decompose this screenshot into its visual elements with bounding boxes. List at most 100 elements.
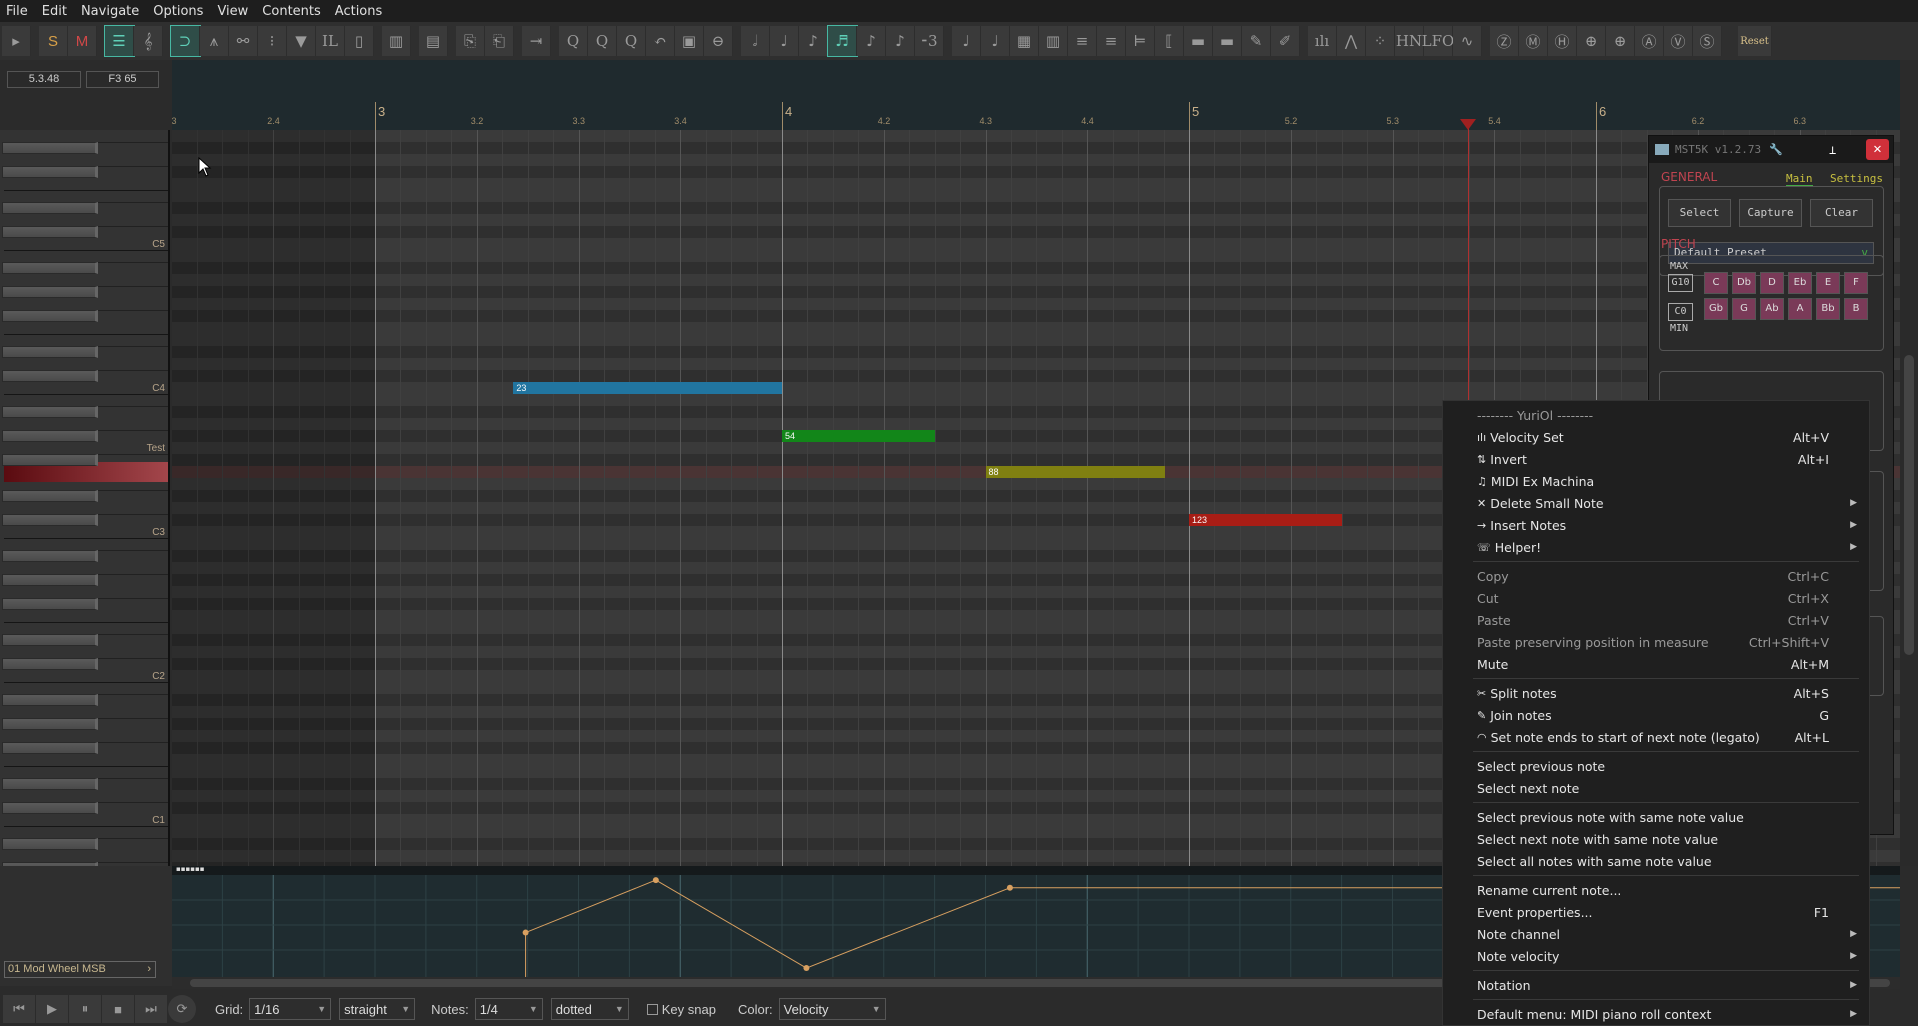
mute-icon[interactable]: M — [68, 26, 97, 56]
pitch-key-db[interactable]: Db — [1732, 272, 1756, 294]
menu-item-event-properties[interactable]: Event properties... F1 — [1443, 901, 1869, 923]
menu-item-invert[interactable]: ⇅ Invert Alt+I — [1443, 448, 1869, 470]
zoom-m-icon[interactable]: Ⓜ — [1519, 26, 1548, 56]
pitch-key-b[interactable]: B — [1844, 298, 1868, 320]
black-key[interactable] — [2, 598, 98, 610]
reset-button[interactable]: Reset — [1738, 26, 1772, 56]
edit-cursor-marker[interactable] — [1460, 119, 1477, 130]
menu-item-split-notes[interactable]: ✂ Split notes Alt+S — [1443, 682, 1869, 704]
menu-item-select-all-notes-with-same-note-value[interactable]: Select all notes with same note value — [1443, 850, 1869, 872]
pitch-key-ab[interactable]: Ab — [1760, 298, 1784, 320]
stretch-icon[interactable]: ⟦ — [1155, 26, 1184, 56]
pause-button[interactable]: ⏸ — [69, 995, 101, 1023]
velocity-bar-icon[interactable]: ▯ — [345, 26, 374, 56]
play-button[interactable]: ▶ — [36, 995, 68, 1023]
split-grey-icon[interactable]: ▬ — [1213, 26, 1242, 56]
grid-notes-icon[interactable]: ▦ — [1010, 26, 1039, 56]
black-key[interactable] — [2, 514, 98, 526]
snap-magnet-icon[interactable]: ⊃ — [170, 25, 201, 57]
cc-point[interactable] — [1006, 884, 1013, 891]
menu-item-default-menu-midi-piano-roll-context[interactable]: Default menu: MIDI piano roll context ▶ — [1443, 1003, 1869, 1025]
menu-edit[interactable]: Edit — [42, 4, 67, 19]
cc-point[interactable] — [803, 965, 810, 972]
velocity-bars-icon[interactable]: ılı — [1308, 26, 1337, 56]
panel-title-bar[interactable]: MST5K v1.2.73 🔧 ⊥ ✕ — [1649, 136, 1893, 163]
vertical-scrollbar[interactable] — [1900, 130, 1918, 866]
lfo-button[interactable]: LFO — [1422, 26, 1454, 56]
select-button[interactable]: Select — [1668, 199, 1731, 227]
menu-item-notation[interactable]: Notation ▶ — [1443, 974, 1869, 996]
unquantize-icon[interactable]: Q — [617, 26, 646, 56]
black-key[interactable] — [2, 166, 98, 178]
pitch-key-eb[interactable]: Eb — [1788, 272, 1812, 294]
vertical-scrollbar-thumb[interactable] — [1904, 355, 1914, 655]
menu-item-rename-current-note[interactable]: Rename current note... — [1443, 879, 1869, 901]
legato-icon[interactable]: ♩ — [952, 26, 981, 56]
thirty-second-note-icon[interactable]: ♪ — [857, 26, 886, 56]
notes-select[interactable]: 1/4 ▼ — [474, 998, 543, 1020]
quarter-note-icon[interactable]: ♩ — [770, 26, 799, 56]
solo-icon[interactable]: S — [39, 26, 68, 56]
pitch-key-f[interactable]: F — [1844, 272, 1868, 294]
black-key[interactable] — [2, 202, 98, 214]
black-key[interactable] — [2, 550, 98, 562]
play-arrow-icon[interactable]: ▸ — [2, 26, 31, 56]
menu-item-copy[interactable]: Copy Ctrl+C — [1443, 565, 1869, 587]
grid-select[interactable]: 1/16 ▼ — [249, 998, 332, 1020]
tab-main[interactable]: Main — [1786, 172, 1813, 186]
black-key[interactable] — [2, 286, 98, 298]
clear-button[interactable]: Clear — [1810, 199, 1873, 227]
cc-lane-icon[interactable]: ▤ — [419, 26, 448, 56]
black-key[interactable] — [2, 838, 98, 850]
note[interactable]: 23 — [513, 382, 782, 394]
piano-keys-icon[interactable]: ▥ — [382, 26, 411, 56]
skip-end-button[interactable]: ⏭ — [135, 995, 167, 1023]
black-key[interactable] — [2, 802, 98, 814]
zoom-down-icon[interactable]: ⊕ — [1577, 26, 1606, 56]
menu-item-note-channel[interactable]: Note channel ▶ — [1443, 923, 1869, 945]
color-select[interactable]: Velocity ▼ — [778, 998, 886, 1020]
split-red-icon[interactable]: ▬ — [1184, 26, 1213, 56]
undo-icon[interactable]: ↶ — [646, 26, 675, 56]
pencil-icon[interactable]: ✎ — [1242, 26, 1271, 56]
black-key[interactable] — [2, 574, 98, 586]
tab-settings[interactable]: Settings — [1830, 172, 1883, 185]
quantize-icon[interactable]: Q — [559, 26, 588, 56]
zoom-a-icon[interactable]: Ⓐ — [1635, 26, 1664, 56]
align-left-icon[interactable]: ≡ — [1068, 26, 1097, 56]
footsteps-icon[interactable]: ⁝ — [258, 26, 287, 56]
menu-item-velocity-set[interactable]: ılı Velocity Set Alt+V — [1443, 426, 1869, 448]
film-icon[interactable]: ▣ — [675, 26, 704, 56]
black-key[interactable] — [2, 718, 98, 730]
hn-button[interactable]: HN — [1395, 26, 1424, 56]
black-key[interactable] — [2, 262, 98, 274]
grid-type-select[interactable]: straight ▼ — [339, 998, 416, 1020]
staccato-icon[interactable]: ♩ — [981, 26, 1010, 56]
menu-contents[interactable]: Contents — [262, 4, 320, 19]
black-key[interactable] — [2, 658, 98, 670]
align-start-icon[interactable]: ⊨ — [1126, 26, 1155, 56]
close-button[interactable]: ✕ — [1866, 139, 1889, 160]
menu-item-join-notes[interactable]: ✎ Join notes G — [1443, 704, 1869, 726]
min-pitch-field[interactable]: C0 — [1668, 303, 1693, 321]
black-key[interactable] — [2, 694, 98, 706]
menu-item-select-previous-note[interactable]: Select previous note — [1443, 755, 1869, 777]
menu-options[interactable]: Options — [153, 4, 203, 19]
menu-item-insert-notes[interactable]: → Insert Notes ▶ — [1443, 514, 1869, 536]
menu-item-paste-preserving-position-in-measure[interactable]: Paste preserving position in measure Ctrl… — [1443, 631, 1869, 653]
black-key[interactable] — [2, 454, 98, 466]
autoscroll-icon[interactable]: ⩚ — [200, 26, 229, 56]
timeline-ruler[interactable]: 3 2.4 3 3.2 3.3 3.4 4 4.2 4.3 4.4 5 5.2 5.3 5.4 6 6.2 6.… — [172, 60, 1900, 130]
capture-button[interactable]: Capture — [1739, 199, 1802, 227]
menu-item-paste[interactable]: Paste Ctrl+V — [1443, 609, 1869, 631]
zoom-h-icon[interactable]: Ⓗ — [1548, 26, 1577, 56]
pitch-key-d[interactable]: D — [1760, 272, 1784, 294]
zoom-v-icon[interactable]: Ⓥ — [1664, 26, 1693, 56]
paste-items-icon[interactable]: ⎗ — [485, 26, 514, 56]
black-key[interactable] — [2, 490, 98, 502]
menu-item-midi-ex-machina[interactable]: ♫ MIDI Ex Machina — [1443, 470, 1869, 492]
treble-clef-icon[interactable]: 𝄞 — [134, 26, 163, 56]
triplet-grid-icon[interactable]: ⁃3 — [915, 26, 944, 56]
cc-point[interactable] — [652, 877, 659, 884]
black-key[interactable] — [2, 370, 98, 382]
